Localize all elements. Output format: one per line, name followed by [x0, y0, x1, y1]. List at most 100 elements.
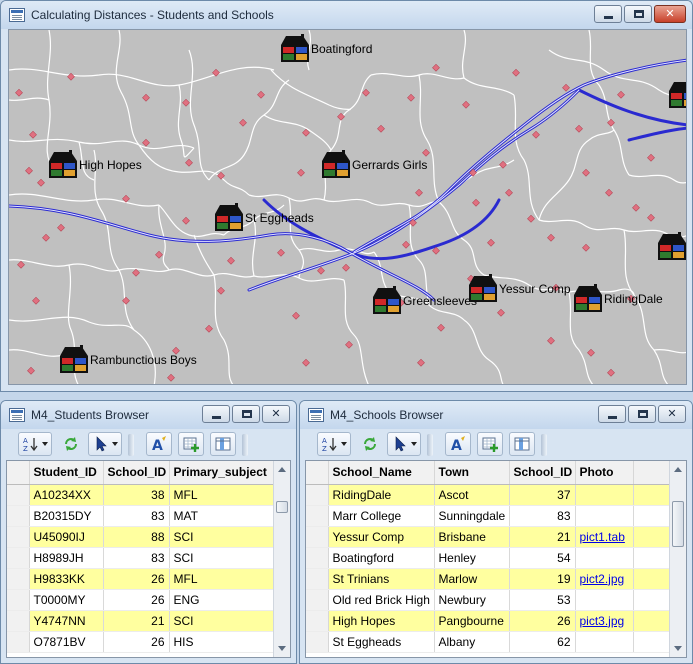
minimize-button[interactable]: [202, 405, 230, 423]
label-tool-button[interactable]: A: [445, 432, 471, 456]
map-window-titlebar[interactable]: Calculating Distances - Students and Sch…: [1, 1, 692, 29]
photo-link[interactable]: pict3.jpg: [580, 614, 625, 628]
close-button[interactable]: ✕: [658, 405, 686, 423]
scroll-down-icon[interactable]: [278, 646, 286, 651]
row-selector[interactable]: [306, 547, 329, 569]
cell-school-id[interactable]: 83: [103, 547, 170, 569]
cell-student-id[interactable]: T0000MY: [29, 589, 104, 611]
table-row[interactable]: U45090IJ 88 SCI: [7, 526, 276, 548]
cell-subject[interactable]: MAT: [169, 505, 276, 527]
table-row[interactable]: RidingDale Ascot 37: [306, 484, 673, 506]
refresh-button[interactable]: [58, 432, 84, 456]
cell-school-id[interactable]: 26: [103, 631, 170, 653]
cell-photo[interactable]: [575, 505, 634, 527]
row-selector[interactable]: [306, 589, 329, 611]
cell-school-id[interactable]: 26: [103, 589, 170, 611]
minimize-button[interactable]: [598, 405, 626, 423]
row-selector-header[interactable]: [7, 461, 30, 485]
students-browser-titlebar[interactable]: M4_Students Browser ✕: [1, 401, 296, 429]
photo-link[interactable]: pict1.tab: [580, 530, 625, 544]
cell-town[interactable]: Ascot: [434, 484, 510, 506]
row-selector[interactable]: [306, 505, 329, 527]
table-row[interactable]: High Hopes Pangbourne 26 pict3.jpg: [306, 610, 673, 632]
cell-school-id[interactable]: 21: [509, 526, 576, 548]
refresh-button[interactable]: [357, 432, 383, 456]
scroll-up-icon[interactable]: [674, 467, 682, 472]
cell-school-id[interactable]: 54: [509, 547, 576, 569]
column-header[interactable]: Town: [434, 461, 510, 485]
minimize-button[interactable]: [594, 5, 622, 23]
table-row[interactable]: St Trinians Marlow 19 pict2.jpg: [306, 568, 673, 590]
cell-school-name[interactable]: Marr College: [328, 505, 435, 527]
sort-button[interactable]: AZ: [317, 432, 351, 456]
table-row[interactable]: Y4747NN 21 SCI: [7, 610, 276, 632]
cell-town[interactable]: Henley: [434, 547, 510, 569]
schools-grid[interactable]: School_Name Town School_ID Photo RidingD…: [305, 460, 687, 658]
row-selector[interactable]: [7, 568, 30, 590]
cell-student-id[interactable]: H9833KK: [29, 568, 104, 590]
select-tool-button[interactable]: [88, 432, 122, 456]
cell-school-id[interactable]: 19: [509, 568, 576, 590]
students-vertical-scrollbar[interactable]: [273, 461, 290, 657]
schools-browser-titlebar[interactable]: M4_Schools Browser ✕: [300, 401, 692, 429]
add-record-button[interactable]: [178, 432, 204, 456]
cell-town[interactable]: Marlow: [434, 568, 510, 590]
column-header[interactable]: School_ID: [103, 461, 170, 485]
cell-student-id[interactable]: Y4747NN: [29, 610, 104, 632]
cell-school-id[interactable]: 53: [509, 589, 576, 611]
cell-subject[interactable]: SCI: [169, 610, 276, 632]
cell-school-name[interactable]: Boatingford: [328, 547, 435, 569]
table-row[interactable]: H9833KK 26 MFL: [7, 568, 276, 590]
cell-photo[interactable]: pict2.jpg: [575, 568, 634, 590]
cell-subject[interactable]: MFL: [169, 484, 276, 506]
row-selector[interactable]: [306, 526, 329, 548]
cell-school-id[interactable]: 37: [509, 484, 576, 506]
cell-student-id[interactable]: H8989JH: [29, 547, 104, 569]
cell-school-id[interactable]: 88: [103, 526, 170, 548]
cell-school-id[interactable]: 38: [103, 484, 170, 506]
row-selector[interactable]: [7, 484, 30, 506]
cell-school-name[interactable]: Yessur Comp: [328, 526, 435, 548]
table-row[interactable]: A10234XX 38 MFL: [7, 484, 276, 506]
close-button[interactable]: ✕: [262, 405, 290, 423]
scroll-thumb[interactable]: [672, 501, 684, 547]
cell-subject[interactable]: SCI: [169, 547, 276, 569]
cell-town[interactable]: Albany: [434, 631, 510, 653]
cell-subject[interactable]: SCI: [169, 526, 276, 548]
column-header[interactable]: Student_ID: [29, 461, 104, 485]
row-selector[interactable]: [7, 631, 30, 653]
cell-town[interactable]: Newbury: [434, 589, 510, 611]
cell-student-id[interactable]: U45090IJ: [29, 526, 104, 548]
row-selector[interactable]: [306, 610, 329, 632]
table-row[interactable]: Marr College Sunningdale 83: [306, 505, 673, 527]
pick-fields-button[interactable]: [509, 432, 535, 456]
cell-town[interactable]: Brisbane: [434, 526, 510, 548]
column-header[interactable]: Primary_subject: [169, 461, 276, 485]
table-row[interactable]: B20315DY 83 MAT: [7, 505, 276, 527]
cell-photo[interactable]: [575, 589, 634, 611]
cell-school-id[interactable]: 83: [509, 505, 576, 527]
sort-button[interactable]: AZ: [18, 432, 52, 456]
cell-school-id[interactable]: 62: [509, 631, 576, 653]
table-row[interactable]: St Eggheads Albany 62: [306, 631, 673, 653]
cell-town[interactable]: Pangbourne: [434, 610, 510, 632]
row-selector[interactable]: [306, 568, 329, 590]
select-tool-button[interactable]: [387, 432, 421, 456]
table-row[interactable]: O7871BV 26 HIS: [7, 631, 276, 653]
cell-school-name[interactable]: St Eggheads: [328, 631, 435, 653]
schools-vertical-scrollbar[interactable]: [669, 461, 686, 657]
table-row[interactable]: H8989JH 83 SCI: [7, 547, 276, 569]
column-header[interactable]: School_Name: [328, 461, 435, 485]
close-button[interactable]: ✕: [654, 5, 686, 23]
row-selector[interactable]: [7, 526, 30, 548]
row-selector[interactable]: [7, 610, 30, 632]
cell-photo[interactable]: pict1.tab: [575, 526, 634, 548]
table-row[interactable]: T0000MY 26 ENG: [7, 589, 276, 611]
row-selector-header[interactable]: [306, 461, 329, 485]
cell-subject[interactable]: HIS: [169, 631, 276, 653]
maximize-button[interactable]: [624, 5, 652, 23]
cell-subject[interactable]: MFL: [169, 568, 276, 590]
column-header[interactable]: School_ID: [509, 461, 576, 485]
cell-school-id[interactable]: 26: [103, 568, 170, 590]
maximize-button[interactable]: [628, 405, 656, 423]
